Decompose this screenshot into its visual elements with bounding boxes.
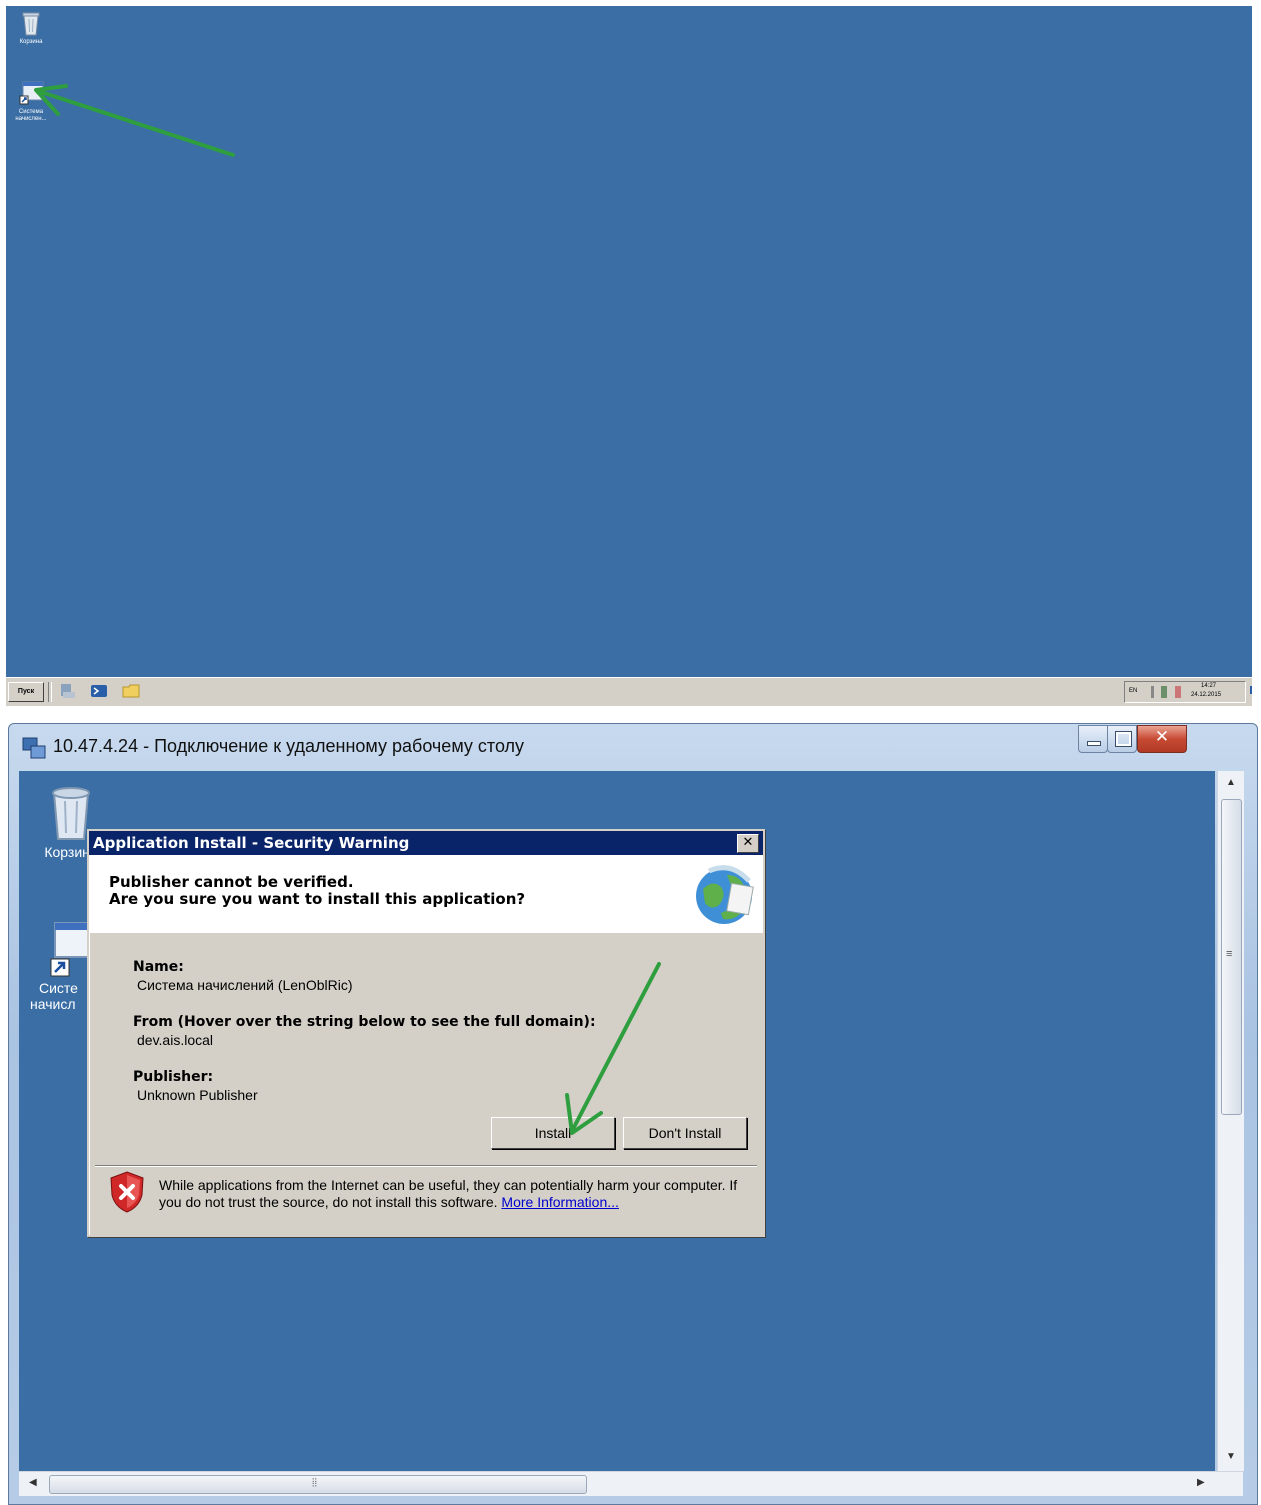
start-button[interactable]: Пуск [8, 682, 44, 702]
powershell-icon[interactable] [90, 683, 108, 699]
scroll-left-icon[interactable]: ◀ [29, 1477, 37, 1488]
system-tray: EN 14:27 24.12.2015 [1124, 681, 1252, 703]
scroll-right-icon[interactable]: ▶ [1197, 1477, 1205, 1488]
close-icon: ✕ [1154, 727, 1170, 747]
taskbar: Пуск EN 14:27 24.12.2015 [6, 677, 1252, 706]
server-manager-icon[interactable] [58, 683, 76, 699]
annotation-arrow-icon [34, 84, 235, 157]
scroll-down-icon[interactable]: ▼ [1226, 1451, 1236, 1462]
rdp-window-title: 10.47.4.24 - Подключение к удаленному ра… [53, 736, 525, 756]
language-indicator[interactable]: EN [1129, 688, 1137, 694]
restore-icon [1115, 731, 1132, 747]
taskbar-separator [48, 682, 52, 702]
vertical-scroll-thumb[interactable]: ≡ [1221, 799, 1242, 1115]
horizontal-scroll-thumb[interactable]: ⦙⦙ [49, 1475, 587, 1494]
explorer-folder-icon[interactable] [122, 683, 140, 699]
remote-desktop-area: Корзина Систе начисл Application Install… [19, 771, 1215, 1471]
scroll-up-icon[interactable]: ▲ [1226, 777, 1236, 788]
rdp-window: 10.47.4.24 - Подключение к удаленному ра… [8, 723, 1258, 1505]
top-desktop: Корзина Система начислен... Пуск EN 14:2… [6, 6, 1252, 706]
tray-icons [1151, 686, 1185, 698]
grip-icon: ≡ [1226, 948, 1233, 960]
tray-time[interactable]: 14:27 [1201, 683, 1216, 689]
maximize-button[interactable] [1107, 725, 1137, 753]
grip-icon: ⦙⦙ [312, 1477, 317, 1489]
horizontal-scrollbar[interactable]: ◀ ⦙⦙ ▶ [19, 1471, 1243, 1496]
remote-desktop-icon [22, 737, 46, 759]
minimize-icon [1087, 741, 1101, 746]
show-desktop-icon[interactable] [1250, 686, 1252, 694]
start-label: Пуск [17, 688, 35, 695]
vertical-scrollbar[interactable]: ▲ ≡ ▼ [1217, 771, 1244, 1471]
minimize-button[interactable] [1078, 725, 1108, 753]
annotation-arrow-icon [565, 962, 661, 1135]
close-button[interactable]: ✕ [1137, 725, 1187, 753]
tray-date[interactable]: 24.12.2015 [1191, 692, 1221, 698]
